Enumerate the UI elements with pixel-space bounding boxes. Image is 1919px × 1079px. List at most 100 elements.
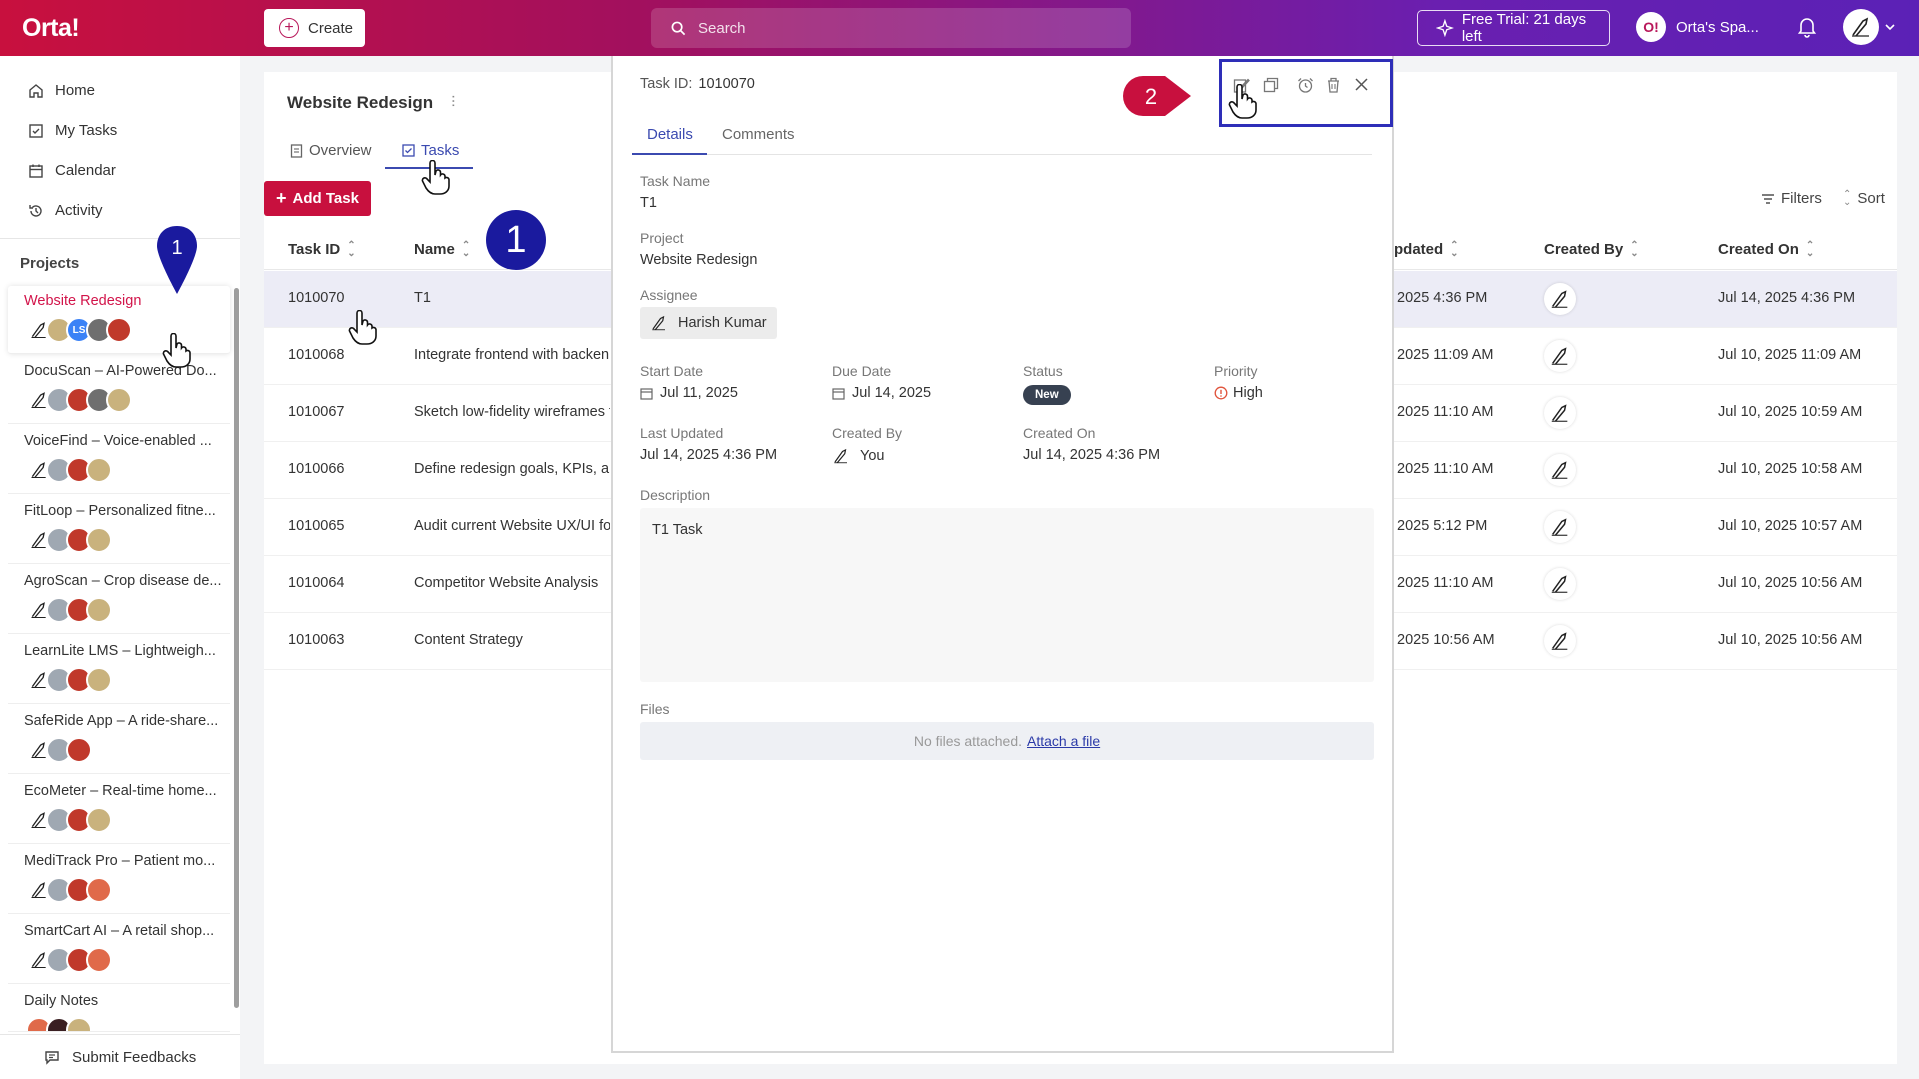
add-task-button[interactable]: + Add Task (264, 181, 371, 216)
more-options-icon[interactable]: ··· (444, 94, 462, 107)
add-task-label: Add Task (292, 190, 359, 207)
due-date-text: Jul 14, 2025 (852, 385, 932, 401)
trash-icon[interactable] (1326, 77, 1341, 93)
created-by-avatar (1544, 511, 1576, 543)
member-avatars: LS (26, 317, 132, 343)
assignee-chip[interactable]: Harish Kumar (640, 307, 777, 339)
close-icon[interactable] (1354, 77, 1369, 92)
member-avatars (26, 877, 112, 903)
no-files-text: No files attached. (913, 733, 1022, 749)
project-item-website-redesign[interactable]: Website Redesign LS (8, 286, 230, 354)
marker-number: 1 (171, 237, 182, 259)
submit-feedback-label: Submit Feedbacks (72, 1048, 197, 1066)
signature-icon (1551, 575, 1568, 593)
cell-name: Sketch low-fidelity wireframes f (414, 404, 610, 420)
created-by-avatar (1544, 625, 1576, 657)
workspace-name: Orta's Spa... (1676, 18, 1759, 36)
history-icon (29, 204, 42, 217)
member-avatars (26, 597, 112, 623)
tab-comments[interactable]: Comments (722, 126, 795, 143)
task-name-value: T1 (640, 195, 657, 211)
start-date-value[interactable]: Jul 11, 2025 (640, 385, 738, 401)
create-button[interactable]: + Create (264, 9, 365, 47)
project-item[interactable]: LearnLite LMS – Lightweigh... (8, 636, 230, 704)
tab-overview[interactable]: Overview (290, 142, 372, 159)
feedback-icon (45, 1051, 59, 1065)
project-item[interactable]: Daily Notes (8, 986, 230, 1032)
project-item[interactable]: AgroScan – Crop disease de... (8, 566, 230, 634)
free-trial-button[interactable]: Free Trial: 21 days left (1417, 10, 1610, 46)
files-label: Files (640, 701, 670, 717)
hand-cursor-icon (1228, 84, 1257, 119)
priority-value[interactable]: High (1214, 385, 1263, 401)
tab-tasks[interactable]: Tasks (402, 142, 459, 159)
cell-created-on: Jul 10, 2025 10:56 AM (1718, 632, 1863, 648)
cell-name: T1 (414, 290, 431, 306)
nav-calendar[interactable]: Calendar (28, 162, 116, 179)
project-name: DocuScan – AI-Powered Do... (24, 363, 217, 379)
active-tab-indicator (632, 153, 707, 155)
project-item[interactable]: FitLoop – Personalized fitne... (8, 496, 230, 564)
avatar (86, 877, 112, 903)
project-item[interactable]: DocuScan – AI-Powered Do... (8, 356, 230, 424)
sort-button[interactable]: ⌃ ⌄ Sort (1843, 188, 1885, 208)
avatar (66, 1017, 92, 1031)
col-task-id[interactable]: Task ID ⌃ ⌄ (288, 240, 356, 258)
assignee-name: Harish Kumar (678, 315, 767, 331)
project-item[interactable]: EcoMeter – Real-time home... (8, 776, 230, 844)
copy-icon[interactable] (1263, 77, 1279, 93)
project-item[interactable]: SmartCart AI – A retail shop... (8, 916, 230, 984)
status-value[interactable]: New (1023, 385, 1071, 405)
attach-file-link[interactable]: Attach a file (1027, 733, 1100, 749)
tab-details[interactable]: Details (647, 126, 693, 143)
projects-heading: Projects (20, 255, 80, 272)
marker-number: 2 (1145, 84, 1157, 109)
start-date-label: Start Date (640, 363, 704, 379)
col-name[interactable]: Name ⌃ ⌄ (414, 240, 470, 258)
cell-name: Define redesign goals, KPIs, and (414, 461, 610, 477)
search-input[interactable]: Search (651, 8, 1131, 48)
sort-icon: ⌃ ⌄ (1843, 188, 1852, 208)
signature-icon (1852, 17, 1869, 37)
workspace-switcher[interactable]: O! Orta's Spa... (1636, 12, 1759, 42)
col-name-label: Name (414, 241, 455, 258)
nav-home-label: Home (55, 82, 96, 99)
description-field[interactable]: T1 Task (640, 508, 1374, 682)
project-item[interactable]: MediTrack Pro – Patient mo... (8, 846, 230, 914)
project-item[interactable]: VoiceFind – Voice-enabled ... (8, 426, 230, 494)
cell-updated: 2025 11:10 AM (1397, 404, 1494, 420)
cell-name: Content Strategy (414, 632, 523, 648)
nav-home[interactable]: Home (28, 82, 95, 99)
col-updated[interactable]: pdated ⌃ ⌄ (1394, 240, 1459, 258)
project-item[interactable]: SafeRide App – A ride-share... (8, 706, 230, 774)
created-by-avatar (1544, 283, 1576, 315)
col-created-by[interactable]: Created By ⌃ ⌄ (1544, 239, 1639, 259)
cell-name: Integrate frontend with backen (414, 347, 610, 363)
cell-created-on: Jul 10, 2025 10:56 AM (1718, 575, 1863, 591)
nav-activity[interactable]: Activity (28, 202, 103, 219)
due-date-value[interactable]: Jul 14, 2025 (832, 385, 931, 401)
submit-feedback-button[interactable]: Submit Feedbacks (0, 1034, 240, 1079)
cell-updated: 2025 11:09 AM (1397, 347, 1494, 363)
cell-task-id: 1010070 (288, 290, 345, 306)
sort-icon: ⌃ ⌄ (1630, 239, 1639, 259)
plus-circle-icon: + (279, 18, 299, 38)
filters-button[interactable]: Filters (1761, 190, 1822, 207)
nav-my-tasks[interactable]: My Tasks (28, 122, 117, 139)
description-text: T1 Task (652, 522, 703, 538)
sidebar-scrollbar[interactable] (234, 288, 239, 1008)
sort-label: Sort (1857, 190, 1885, 207)
cell-created-on: Jul 10, 2025 11:09 AM (1718, 347, 1862, 363)
signature-icon (1551, 404, 1568, 422)
col-created-on[interactable]: Created On ⌃ ⌄ (1718, 240, 1814, 258)
trial-label: Free Trial: 21 days left (1461, 11, 1587, 45)
app-logo[interactable]: Orta! (22, 14, 80, 43)
cell-updated: 2025 11:10 AM (1397, 461, 1494, 477)
avatar (86, 947, 112, 973)
user-menu[interactable] (1843, 9, 1895, 45)
notification-bell-icon[interactable] (1797, 16, 1817, 42)
alarm-clock-icon[interactable] (1297, 77, 1314, 94)
calendar-icon (832, 387, 845, 400)
filters-label: Filters (1781, 190, 1822, 207)
sidebar: Home My Tasks Calendar Activity Projects… (0, 56, 240, 1079)
